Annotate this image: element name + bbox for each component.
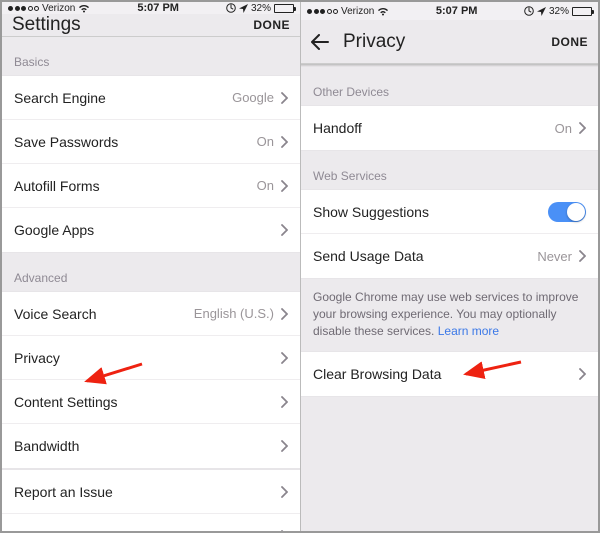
row-voice-search[interactable]: Voice Search English (U.S.) (2, 292, 300, 336)
clock: 5:07 PM (137, 2, 179, 14)
row-label: Bandwidth (14, 438, 79, 454)
row-autofill-forms[interactable]: Autofill Forms On (2, 164, 300, 208)
section-other-devices-header: Other Devices (301, 67, 598, 105)
chevron-right-icon (280, 136, 288, 148)
row-value: On (257, 178, 274, 193)
status-bar: Verizon 5:07 PM 32% (2, 2, 300, 14)
wifi-icon (78, 4, 90, 13)
chevron-right-icon (578, 250, 586, 262)
chevron-right-icon (280, 486, 288, 498)
web-services-group: Show Suggestions Send Usage Data Never (301, 189, 598, 279)
row-label: Save Passwords (14, 134, 118, 150)
section-advanced-header: Advanced (2, 253, 300, 291)
wifi-icon (377, 7, 389, 16)
row-value: On (555, 121, 572, 136)
chevron-right-icon (578, 122, 586, 134)
row-show-suggestions[interactable]: Show Suggestions (301, 190, 598, 234)
info-text: Google Chrome may use web services to im… (301, 279, 598, 351)
row-label: Google Apps (14, 222, 94, 238)
done-button[interactable]: DONE (253, 18, 290, 32)
done-button[interactable]: DONE (551, 35, 588, 49)
row-label: Report an Issue (14, 484, 113, 500)
row-handoff[interactable]: Handoff On (301, 106, 598, 150)
row-label: Voice Search (14, 306, 97, 322)
chevron-right-icon (280, 92, 288, 104)
compass-icon (524, 6, 534, 16)
row-label: Show Suggestions (313, 204, 429, 220)
row-label: Autofill Forms (14, 178, 100, 194)
clear-group: Clear Browsing Data (301, 351, 598, 397)
page-title: Privacy (343, 31, 405, 53)
section-web-services-header: Web Services (301, 151, 598, 189)
location-icon (239, 4, 248, 13)
settings-screen: Verizon 5:07 PM 32% Settings DONE Basics… (2, 2, 300, 531)
row-value: On (257, 134, 274, 149)
row-content-settings[interactable]: Content Settings (2, 380, 300, 424)
row-label: Send Usage Data (313, 248, 424, 264)
status-bar: Verizon 5:07 PM 32% (301, 2, 598, 20)
row-save-passwords[interactable]: Save Passwords On (2, 120, 300, 164)
basics-group: Search Engine Google Save Passwords On A… (2, 75, 300, 253)
chevron-right-icon (280, 308, 288, 320)
battery-percent: 32% (251, 3, 271, 14)
signal-dots-icon (8, 6, 39, 11)
chevron-right-icon (280, 224, 288, 236)
page-title: Settings (12, 14, 81, 36)
chevron-right-icon (280, 396, 288, 408)
row-value: English (U.S.) (194, 306, 274, 321)
chevron-right-icon (280, 440, 288, 452)
row-label: Clear Browsing Data (313, 366, 441, 382)
chevron-right-icon (578, 368, 586, 380)
clock: 5:07 PM (436, 5, 478, 17)
row-google-chrome[interactable]: Google Chrome (2, 514, 300, 531)
location-icon (537, 7, 546, 16)
other-devices-group: Handoff On (301, 105, 598, 151)
compass-icon (226, 3, 236, 13)
privacy-screen: Verizon 5:07 PM 32% Privacy DONE Other D… (300, 2, 598, 531)
row-value: Never (537, 249, 572, 264)
learn-more-link[interactable]: Learn more (438, 324, 499, 338)
header: Privacy DONE (301, 20, 598, 64)
signal-dots-icon (307, 9, 338, 14)
battery-icon (572, 7, 592, 16)
battery-icon (274, 4, 294, 13)
chevron-right-icon (280, 530, 288, 531)
section-basics-header: Basics (2, 37, 300, 75)
carrier-label: Verizon (341, 6, 374, 17)
carrier-label: Verizon (42, 3, 75, 14)
arrow-left-icon (311, 34, 329, 50)
row-label: Search Engine (14, 90, 106, 106)
battery-percent: 32% (549, 6, 569, 17)
row-label: Google Chrome (14, 528, 113, 531)
row-label: Privacy (14, 350, 60, 366)
row-label: Handoff (313, 120, 362, 136)
row-value: Google (232, 90, 274, 105)
row-clear-browsing-data[interactable]: Clear Browsing Data (301, 352, 598, 396)
footer-group: Report an Issue Google Chrome (2, 469, 300, 531)
toggle-on-icon[interactable] (548, 202, 586, 222)
chevron-right-icon (280, 180, 288, 192)
row-send-usage-data[interactable]: Send Usage Data Never (301, 234, 598, 278)
row-search-engine[interactable]: Search Engine Google (2, 76, 300, 120)
header: Settings DONE (2, 14, 300, 37)
row-report-issue[interactable]: Report an Issue (2, 470, 300, 514)
chevron-right-icon (280, 352, 288, 364)
row-bandwidth[interactable]: Bandwidth (2, 424, 300, 468)
row-privacy[interactable]: Privacy (2, 336, 300, 380)
back-button[interactable] (311, 34, 329, 50)
row-google-apps[interactable]: Google Apps (2, 208, 300, 252)
advanced-group: Voice Search English (U.S.) Privacy Cont… (2, 291, 300, 469)
row-label: Content Settings (14, 394, 118, 410)
